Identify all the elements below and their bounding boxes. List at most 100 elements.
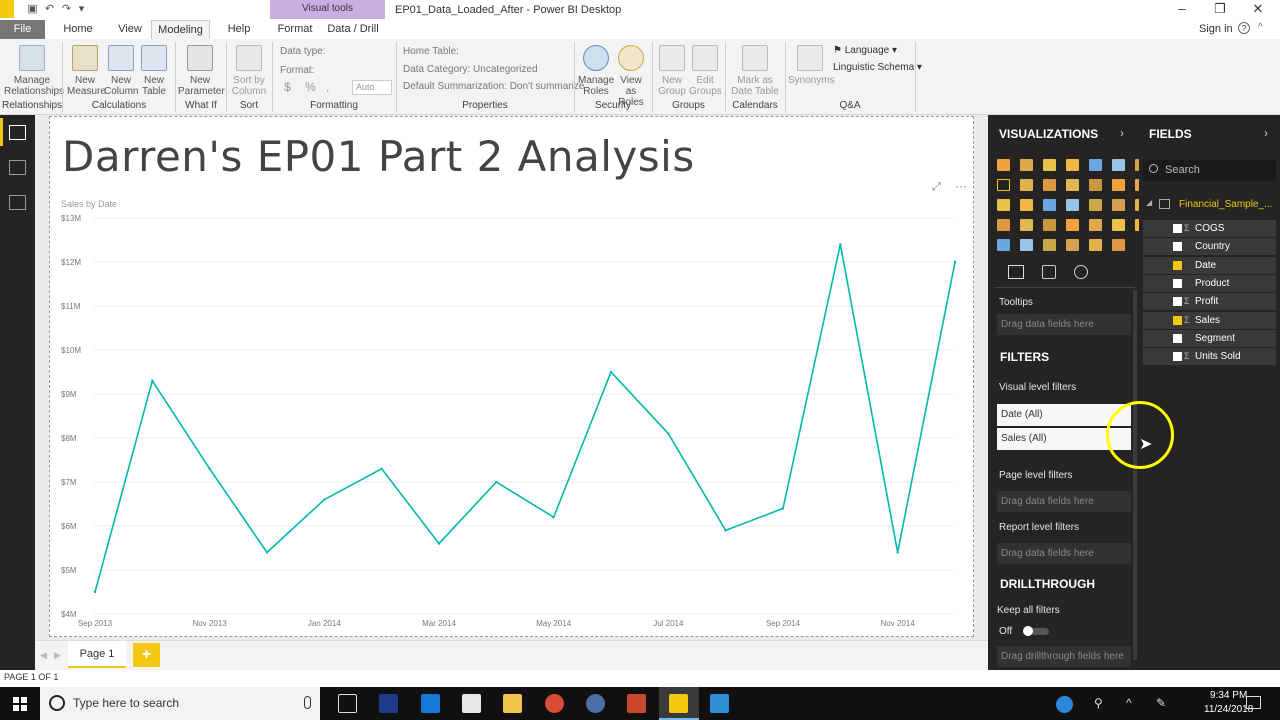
visual-type-icon[interactable]	[1089, 219, 1102, 231]
page-next-icon[interactable]: ▶	[54, 650, 61, 661]
table-expand-icon[interactable]: ◢	[1146, 198, 1152, 207]
visual-type-icon[interactable]	[1020, 219, 1033, 231]
home-table-label[interactable]: Home Table:	[403, 46, 459, 57]
format-paint-icon[interactable]	[1042, 265, 1056, 279]
visual-type-icon[interactable]	[1066, 179, 1079, 191]
relationships-view-icon[interactable]	[9, 195, 26, 210]
page-tab-1[interactable]: Page 1	[68, 641, 126, 668]
focus-mode-icon[interactable]: ⤢	[932, 181, 941, 194]
minimize-button[interactable]: –	[1162, 0, 1202, 20]
field-checkbox[interactable]	[1173, 297, 1182, 307]
more-options-icon[interactable]: ···	[955, 179, 967, 193]
new-parameter-button[interactable]: New Parameter	[178, 45, 225, 97]
visual-type-icon[interactable]	[1043, 219, 1056, 231]
mark-as-date-table-button[interactable]: Mark as Date Table	[729, 45, 781, 97]
visual-type-icon[interactable]	[1043, 199, 1056, 211]
visual-type-icon[interactable]	[1089, 199, 1102, 211]
decimal-places-input[interactable]: Auto	[352, 80, 392, 95]
field-item-date[interactable]: Date	[1143, 256, 1276, 274]
fields-search-input[interactable]: Search	[1143, 160, 1276, 181]
format-label[interactable]: Format:	[280, 65, 314, 76]
field-item-units-sold[interactable]: Σ Units Sold	[1143, 348, 1276, 366]
data-category-label[interactable]: Data Category: Uncategorized	[403, 64, 538, 75]
pen-icon[interactable]: ✎	[1156, 696, 1166, 710]
field-checkbox[interactable]	[1173, 352, 1182, 362]
help-icon[interactable]: ?	[1238, 22, 1250, 34]
comma-button[interactable]: ,	[326, 80, 329, 94]
report-filters-drop-well[interactable]: Drag data fields here	[997, 543, 1131, 564]
restore-button[interactable]: ❐	[1200, 0, 1240, 20]
sales-line-chart[interactable]: $4M $5M $6M $7M $8M $9M $10M $11M $12M $13M Sep 20…	[57, 198, 973, 638]
language-button[interactable]: ⚑ Language ▾	[833, 45, 897, 56]
visual-type-icon[interactable]	[1043, 159, 1056, 171]
visual-type-icon[interactable]	[1089, 179, 1102, 191]
currency-button[interactable]: $	[284, 80, 291, 94]
store-icon[interactable]	[462, 694, 481, 713]
keep-all-toggle[interactable]	[1023, 626, 1049, 636]
visual-type-icon[interactable]	[1112, 239, 1125, 251]
visual-type-icon[interactable]	[997, 219, 1010, 231]
ribbon-collapse-icon[interactable]: ^	[1258, 22, 1263, 33]
report-view-icon[interactable]	[9, 125, 26, 140]
manage-relationships-button[interactable]: Manage Relationships	[4, 45, 64, 97]
field-item-profit[interactable]: Σ Profit	[1143, 293, 1276, 311]
new-column-button[interactable]: New Column	[104, 45, 138, 97]
analytics-icon[interactable]	[1074, 265, 1088, 279]
visual-type-icon[interactable]	[1112, 219, 1125, 231]
visual-type-icon[interactable]	[997, 179, 1010, 191]
visual-type-icon[interactable]	[1066, 219, 1079, 231]
save-icon[interactable]: ▣	[26, 3, 39, 16]
file-explorer-icon[interactable]	[503, 694, 522, 713]
new-table-button[interactable]: New Table	[139, 45, 169, 97]
visual-type-icon[interactable]	[1066, 159, 1079, 171]
quick-access-dropdown-icon[interactable]: ▾	[75, 3, 88, 16]
linguistic-schema-button[interactable]: Linguistic Schema ▾	[833, 62, 922, 73]
collapse-viz-icon[interactable]: ›	[1120, 126, 1124, 140]
table-name[interactable]: Financial_Sample_...	[1179, 199, 1272, 210]
microphone-icon[interactable]	[304, 696, 311, 709]
tab-view[interactable]: View	[110, 20, 150, 39]
video-app-icon[interactable]	[379, 694, 398, 713]
powerbi-icon[interactable]	[669, 694, 688, 713]
undo-icon[interactable]: ↶	[43, 3, 56, 16]
visual-type-icon[interactable]	[1066, 239, 1079, 251]
tray-chevron-icon[interactable]: ^	[1126, 696, 1132, 710]
edge-icon[interactable]	[421, 694, 440, 713]
default-summarization-label[interactable]: Default Summarization: Don't summarize	[403, 81, 584, 92]
field-item-cogs[interactable]: Σ COGS	[1143, 220, 1276, 237]
page-prev-icon[interactable]: ◀	[40, 650, 47, 661]
visual-type-icon[interactable]	[1020, 199, 1033, 211]
field-checkbox[interactable]	[1173, 224, 1182, 233]
help-tray-icon[interactable]	[1056, 696, 1073, 713]
tab-modeling[interactable]: Modeling	[151, 20, 210, 39]
visual-type-icon[interactable]	[1066, 199, 1079, 211]
add-page-button[interactable]: +	[133, 643, 160, 667]
tab-help[interactable]: Help	[220, 20, 258, 39]
visual-type-icon[interactable]	[1020, 239, 1033, 251]
sort-by-column-button[interactable]: Sort by Column	[229, 45, 269, 97]
visual-type-icon[interactable]	[1020, 159, 1033, 171]
collapse-fields-icon[interactable]: ›	[1264, 126, 1268, 140]
data-type-label[interactable]: Data type:	[280, 46, 326, 57]
percent-button[interactable]: %	[305, 80, 316, 94]
new-group-button[interactable]: New Group	[655, 45, 689, 97]
visual-type-icon[interactable]	[997, 199, 1010, 211]
visual-type-icon[interactable]	[1089, 239, 1102, 251]
visual-type-icon[interactable]	[1043, 179, 1056, 191]
field-item-segment[interactable]: Segment	[1143, 329, 1276, 347]
tab-data-drill[interactable]: Data / Drill	[324, 20, 382, 39]
signin-link[interactable]: Sign in	[1199, 23, 1233, 35]
field-item-product[interactable]: Product	[1143, 274, 1276, 292]
field-checkbox[interactable]	[1173, 278, 1182, 288]
view-as-roles-button[interactable]: View as Roles	[614, 45, 648, 108]
media-app-icon[interactable]	[586, 694, 605, 713]
visual-type-icon[interactable]	[1112, 179, 1125, 191]
task-view-icon[interactable]	[338, 694, 357, 713]
visual-type-icon[interactable]	[997, 159, 1010, 171]
field-checkbox[interactable]	[1173, 260, 1182, 270]
field-checkbox[interactable]	[1173, 333, 1182, 343]
close-button[interactable]: ✕	[1238, 0, 1278, 20]
taskbar-search-input[interactable]: Type here to search	[40, 687, 320, 720]
fields-tab-icon[interactable]	[1008, 265, 1024, 279]
tab-format[interactable]: Format	[272, 20, 318, 39]
